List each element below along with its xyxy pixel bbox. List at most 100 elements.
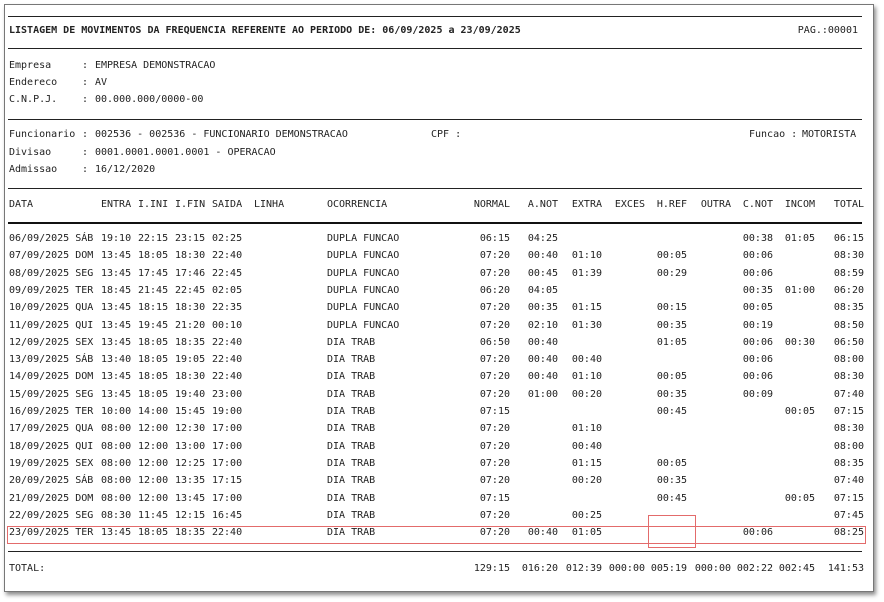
cell-iini: 18:15	[138, 302, 169, 314]
cell-data: 20/09/2025 SÁB	[9, 475, 94, 487]
cell-cnot: 00:35	[742, 284, 773, 296]
cell-extra: 00:20	[571, 388, 602, 400]
cell-ocorrencia: DUPLA FUNCAO	[327, 302, 400, 314]
cell-href: 00:05	[656, 250, 687, 262]
cell-ocorrencia: DIA TRAB	[327, 423, 376, 435]
cell-iini: 18:05	[138, 388, 169, 400]
cell-data: 07/09/2025 DOM	[9, 250, 94, 262]
cell-cnot: 00:19	[742, 319, 773, 331]
cell-normal: 07:20	[479, 302, 510, 314]
funcionario-value: 002536 - 002536 - FUNCIONARIO DEMONSTRAC…	[95, 129, 348, 140]
cell-entra: 10:00	[101, 406, 132, 417]
cell-iini: 18:05	[138, 371, 169, 383]
cell-saida: 22:40	[212, 250, 243, 262]
company-field-label: Endereco	[9, 77, 58, 88]
cell-data: 12/09/2025 SEX	[9, 336, 94, 348]
cell-normal: 07:20	[479, 371, 510, 383]
cell-incom: 01:05	[784, 233, 815, 244]
cell-iini: 12:00	[138, 440, 169, 452]
cell-total: 08:35	[833, 302, 864, 314]
cell-entra: 08:30	[101, 509, 132, 521]
top-rule	[8, 16, 862, 17]
cell-ifin: 21:20	[175, 319, 206, 331]
total-href: 005:19	[650, 563, 687, 574]
colon: :	[82, 60, 89, 71]
cell-saida: 02:05	[212, 284, 243, 296]
cell-data: 15/09/2025 SEG	[9, 388, 94, 400]
cell-total: 08:30	[833, 250, 864, 262]
cell-extra: 00:20	[571, 475, 602, 487]
total-normal: 129:15	[473, 563, 510, 574]
cell-total: 08:50	[833, 319, 864, 331]
cell-entra: 13:45	[101, 388, 132, 400]
colon: :	[82, 147, 89, 158]
cell-anot: 01:00	[527, 388, 558, 400]
report-title: LISTAGEM DE MOVIMENTOS DA FREQUENCIA REF…	[9, 25, 521, 36]
cell-ifin: 13:35	[175, 475, 206, 487]
cell-saida: 22:40	[212, 354, 243, 366]
cell-cnot: 00:06	[742, 371, 773, 383]
cell-total: 06:15	[833, 233, 864, 244]
cell-anot: 00:40	[527, 336, 558, 348]
cell-ifin: 18:30	[175, 250, 206, 262]
cell-extra: 01:10	[571, 371, 602, 383]
cell-ifin: 12:25	[175, 457, 206, 469]
cell-href: 00:35	[656, 388, 687, 400]
total-exces: 000:00	[608, 563, 645, 574]
cell-saida: 00:10	[212, 319, 243, 331]
cell-ocorrencia: DIA TRAB	[327, 354, 376, 366]
column-header-iini: I.INI	[138, 199, 169, 210]
cpf-label: CPF :	[431, 129, 462, 140]
cell-data: 18/09/2025 QUI	[9, 440, 94, 452]
cell-entra: 08:00	[101, 492, 132, 504]
company-field-value: 00.000.000/0000-00	[95, 94, 204, 105]
cell-saida: 17:00	[212, 440, 243, 452]
company-field-label: C.N.P.J.	[9, 94, 58, 105]
cell-data: 14/09/2025 DOM	[9, 371, 94, 383]
cell-ifin: 18:35	[175, 336, 206, 348]
cell-data: 10/09/2025 QUA	[9, 302, 94, 314]
cell-extra: 01:10	[571, 423, 602, 435]
cell-total: 08:00	[833, 354, 864, 366]
total-total: 141:53	[827, 563, 864, 574]
column-header-incom: INCOM	[784, 199, 815, 210]
cell-total: 08:59	[833, 267, 864, 279]
cell-cnot: 00:09	[742, 388, 773, 400]
cell-href: 01:05	[656, 336, 687, 348]
cell-saida: 02:25	[212, 233, 243, 244]
cell-ifin: 17:46	[175, 267, 206, 279]
funcionario-label: Funcionario	[9, 129, 76, 140]
cell-ocorrencia: DIA TRAB	[327, 475, 376, 487]
cell-cnot: 00:05	[742, 302, 773, 314]
cell-href: 00:45	[656, 406, 687, 417]
cell-href: 00:15	[656, 302, 687, 314]
cell-iini: 18:05	[138, 354, 169, 366]
cell-saida: 22:40	[212, 336, 243, 348]
cell-cnot: 00:06	[742, 336, 773, 348]
cell-data: 22/09/2025 SEG	[9, 509, 94, 521]
cell-ocorrencia: DUPLA FUNCAO	[327, 250, 400, 262]
cell-incom: 00:05	[784, 492, 815, 504]
cell-entra: 08:00	[101, 440, 132, 452]
cell-entra: 08:00	[101, 423, 132, 435]
company-field-label: Empresa	[9, 60, 52, 71]
cell-normal: 07:20	[479, 509, 510, 521]
selected-row-highlight	[7, 526, 866, 544]
cell-iini: 19:45	[138, 319, 169, 331]
cell-ifin: 18:30	[175, 302, 206, 314]
employee-rule	[8, 188, 862, 189]
cell-ifin: 23:15	[175, 233, 206, 244]
column-header-saida: SAIDA	[212, 199, 243, 210]
colon: :	[82, 129, 89, 140]
column-header-linha: LINHA	[254, 199, 285, 210]
cell-extra: 01:15	[571, 457, 602, 469]
cell-cnot: 00:06	[742, 354, 773, 366]
cell-normal: 07:20	[479, 354, 510, 366]
admissao-label: Admissao	[9, 164, 58, 175]
cell-normal: 07:15	[479, 406, 510, 417]
cell-anot: 00:40	[527, 354, 558, 366]
cell-anot: 00:40	[527, 250, 558, 262]
cell-iini: 12:00	[138, 457, 169, 469]
cell-normal: 07:20	[479, 319, 510, 331]
cell-saida: 22:45	[212, 267, 243, 279]
